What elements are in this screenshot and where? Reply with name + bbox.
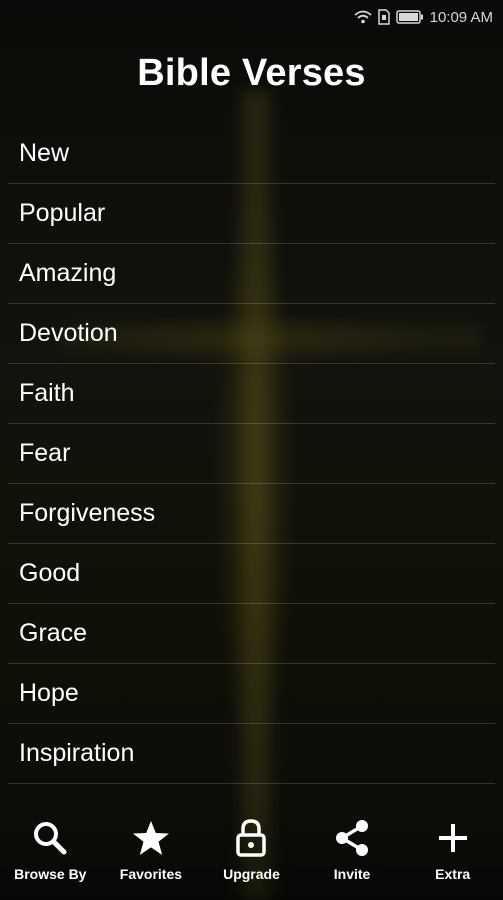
- search-icon: [30, 818, 70, 858]
- page-title: Bible Verses: [137, 52, 366, 94]
- list-item-hope[interactable]: Hope: [8, 664, 495, 724]
- bottom-navigation: Browse By Favorites Upgrade Invite Extra: [0, 808, 503, 900]
- list-item-new[interactable]: New: [8, 124, 495, 184]
- app-screen: 10:09 AM Bible Verses New Popular Amazin…: [0, 0, 503, 900]
- browse-by-label: Browse By: [14, 866, 87, 882]
- favorites-button[interactable]: Favorites: [101, 818, 201, 882]
- invite-label: Invite: [333, 866, 371, 882]
- list-item-grace[interactable]: Grace: [8, 604, 495, 664]
- plus-icon: [433, 818, 473, 858]
- status-time: 10:09 AM: [429, 8, 493, 26]
- star-icon: [131, 818, 171, 858]
- list-item-forgiveness[interactable]: Forgiveness: [8, 484, 495, 544]
- upgrade-label: Upgrade: [223, 866, 280, 882]
- list-item-good[interactable]: Good: [8, 544, 495, 604]
- list-item-devotion[interactable]: Devotion: [8, 304, 495, 364]
- share-icon: [332, 818, 372, 858]
- list-item-popular[interactable]: Popular: [8, 184, 495, 244]
- battery-icon: [395, 10, 424, 24]
- browse-by-button[interactable]: Browse By: [0, 818, 100, 882]
- lock-icon: [231, 818, 271, 858]
- list-item-fear[interactable]: Fear: [8, 424, 495, 484]
- list-item-faith[interactable]: Faith: [8, 364, 495, 424]
- extra-label: Extra: [435, 866, 471, 882]
- category-list: New Popular Amazing Devotion Faith Fear …: [8, 124, 495, 784]
- wifi-icon: [354, 10, 372, 24]
- invite-button[interactable]: Invite: [302, 818, 402, 882]
- status-bar: 10:09 AM: [0, 0, 503, 34]
- favorites-label: Favorites: [119, 866, 183, 882]
- upgrade-button[interactable]: Upgrade: [201, 818, 301, 882]
- list-item-inspiration[interactable]: Inspiration: [8, 724, 495, 784]
- list-item-amazing[interactable]: Amazing: [8, 244, 495, 304]
- sim-icon: [377, 9, 390, 25]
- extra-button[interactable]: Extra: [403, 818, 503, 882]
